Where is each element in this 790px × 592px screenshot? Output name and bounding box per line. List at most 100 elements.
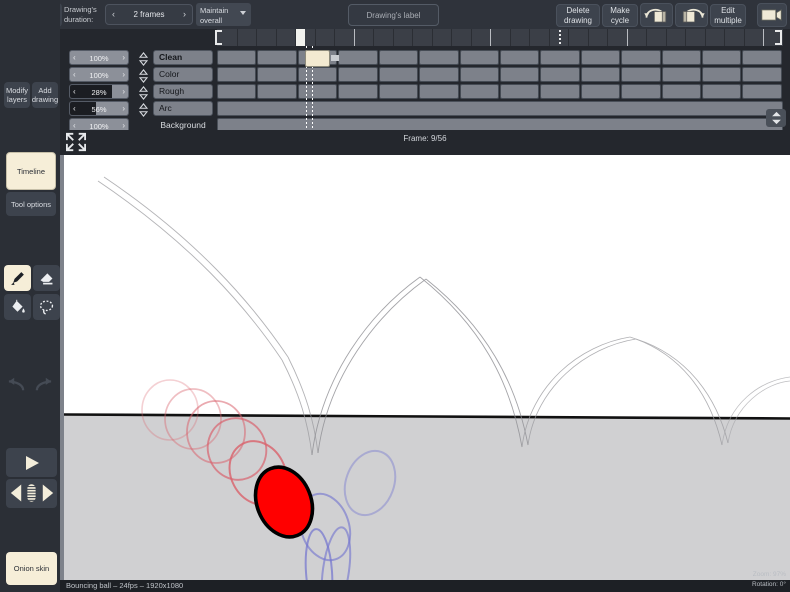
timeline-cell[interactable] — [500, 50, 539, 65]
layer-row[interactable]: ‹›28% Rough — [60, 84, 790, 101]
timeline-cell[interactable] — [621, 84, 660, 99]
timeline-cell[interactable] — [257, 84, 296, 99]
timeline-cell[interactable] — [379, 50, 418, 65]
layer-cells[interactable] — [217, 67, 783, 82]
timeline-cell[interactable] — [500, 67, 539, 82]
duration-stepper[interactable]: ‹ 2 frames › — [105, 4, 193, 25]
layer-reorder-spinner[interactable] — [135, 50, 151, 67]
fill-tool-icon[interactable] — [4, 294, 31, 320]
timeline-cell[interactable] — [460, 50, 499, 65]
timeline-cell[interactable] — [540, 84, 579, 99]
eraser-tool-icon[interactable] — [33, 265, 60, 291]
layer-reorder-spinner[interactable] — [135, 67, 151, 84]
keyframe-drag-handle[interactable] — [331, 55, 339, 61]
layer-name[interactable]: Color — [153, 67, 213, 82]
rotate-right-icon[interactable] — [675, 3, 708, 27]
layer-cells[interactable] — [217, 84, 783, 99]
timeline-cell[interactable] — [419, 50, 458, 65]
edit-multiple-button[interactable]: Edit multiple — [710, 4, 746, 27]
timeline-cell[interactable] — [257, 67, 296, 82]
timeline-cell[interactable] — [621, 67, 660, 82]
layer-row[interactable]: ‹›100% Clean — [60, 50, 790, 67]
ruler-tick — [432, 29, 433, 46]
layer-name[interactable]: Arc — [153, 101, 213, 116]
drawing-label-input[interactable]: Drawing's label — [348, 4, 439, 26]
timeline-cell[interactable] — [702, 50, 741, 65]
layer-row[interactable]: ‹›56% Arc — [60, 101, 790, 118]
step-back-icon[interactable] — [8, 482, 25, 509]
timeline-cell[interactable] — [540, 67, 579, 82]
tool-options-tab[interactable]: Tool options — [6, 192, 56, 216]
timeline-cell[interactable] — [702, 84, 741, 99]
timeline-cell[interactable] — [581, 84, 620, 99]
layer-opacity-slider[interactable]: ‹›100% — [69, 118, 129, 133]
layer-reorder-spinner[interactable] — [135, 101, 151, 118]
layer-opacity-slider[interactable]: ‹›28% — [69, 84, 129, 99]
layer-opacity-slider[interactable]: ‹›100% — [69, 67, 129, 82]
timeline-cell[interactable] — [702, 67, 741, 82]
make-cycle-button[interactable]: Make cycle — [602, 4, 638, 27]
timeline-cell[interactable] — [338, 50, 377, 65]
rotate-left-icon[interactable] — [640, 3, 673, 27]
timeline-cell[interactable] — [338, 84, 377, 99]
play-button[interactable] — [6, 448, 57, 477]
timeline-cell[interactable] — [742, 50, 781, 65]
layer-reorder-spinner[interactable] — [135, 84, 151, 101]
layer-cells[interactable] — [217, 50, 783, 65]
timeline-cell[interactable] — [379, 67, 418, 82]
brush-tool-icon[interactable] — [4, 265, 31, 291]
timeline-cell[interactable] — [742, 67, 781, 82]
timeline-cell[interactable] — [419, 84, 458, 99]
timeline-cell[interactable] — [662, 84, 701, 99]
redo-icon[interactable] — [34, 376, 54, 397]
timeline-cell[interactable] — [500, 84, 539, 99]
delete-drawing-button[interactable]: Delete drawing — [556, 4, 600, 27]
timeline-cell[interactable] — [298, 67, 337, 82]
drawing-canvas[interactable] — [60, 155, 790, 580]
modify-layers-button[interactable]: Modify layers — [4, 82, 30, 108]
timeline-cell[interactable] — [338, 67, 377, 82]
timeline-cell[interactable] — [662, 67, 701, 82]
step-forward-icon[interactable] — [39, 482, 56, 509]
timeline-cell[interactable] — [621, 50, 660, 65]
onion-skin-button[interactable]: Onion skin — [6, 552, 57, 585]
timeline-cell[interactable] — [217, 50, 256, 65]
current-frame-marker[interactable] — [296, 29, 305, 46]
lasso-tool-icon[interactable] — [33, 294, 60, 320]
timeline-cell[interactable] — [662, 50, 701, 65]
layer-name[interactable]: Clean — [153, 50, 213, 65]
timeline-cell[interactable] — [460, 67, 499, 82]
expand-vertical-icon[interactable] — [766, 109, 786, 127]
timeline-cell[interactable] — [742, 84, 781, 99]
timeline-cell[interactable] — [379, 84, 418, 99]
layer-row[interactable]: ‹›100% Color — [60, 67, 790, 84]
timeline-cell[interactable] — [419, 67, 458, 82]
range-start-bracket[interactable] — [215, 30, 222, 45]
layer-opacity-slider[interactable]: ‹›56% — [69, 101, 129, 116]
expand-arrows-icon[interactable] — [65, 132, 87, 157]
undo-icon[interactable] — [6, 376, 26, 397]
add-drawing-button[interactable]: Add drawing — [32, 82, 58, 108]
duration-next-button[interactable]: › — [183, 9, 186, 19]
timeline-tab[interactable]: Timeline — [6, 152, 56, 190]
timeline-cell[interactable] — [217, 84, 256, 99]
timeline-cell[interactable] — [460, 84, 499, 99]
camera-icon[interactable] — [757, 3, 787, 27]
frame-scrubber[interactable] — [26, 482, 37, 509]
selected-keyframe[interactable] — [305, 50, 330, 67]
maintain-dropdown[interactable]: Maintain overall — [196, 3, 251, 26]
ruler-tick — [607, 29, 608, 46]
layer-opacity-slider[interactable]: ‹›100% — [69, 50, 129, 65]
zoom-rotation-info: Zoom: 97% Rotation: 0° — [752, 570, 786, 590]
range-end-bracket[interactable] — [775, 30, 782, 45]
timeline-cell[interactable] — [298, 84, 337, 99]
ruler-tick — [373, 29, 374, 46]
timeline-cell[interactable] — [581, 67, 620, 82]
layer-name[interactable]: Rough — [153, 84, 213, 99]
timeline-cell[interactable] — [540, 50, 579, 65]
timeline-cell[interactable] — [581, 50, 620, 65]
timeline-ruler[interactable] — [217, 29, 783, 46]
timeline-cell[interactable] — [257, 50, 296, 65]
timeline-cell[interactable] — [217, 67, 256, 82]
layer-track[interactable] — [217, 101, 783, 116]
